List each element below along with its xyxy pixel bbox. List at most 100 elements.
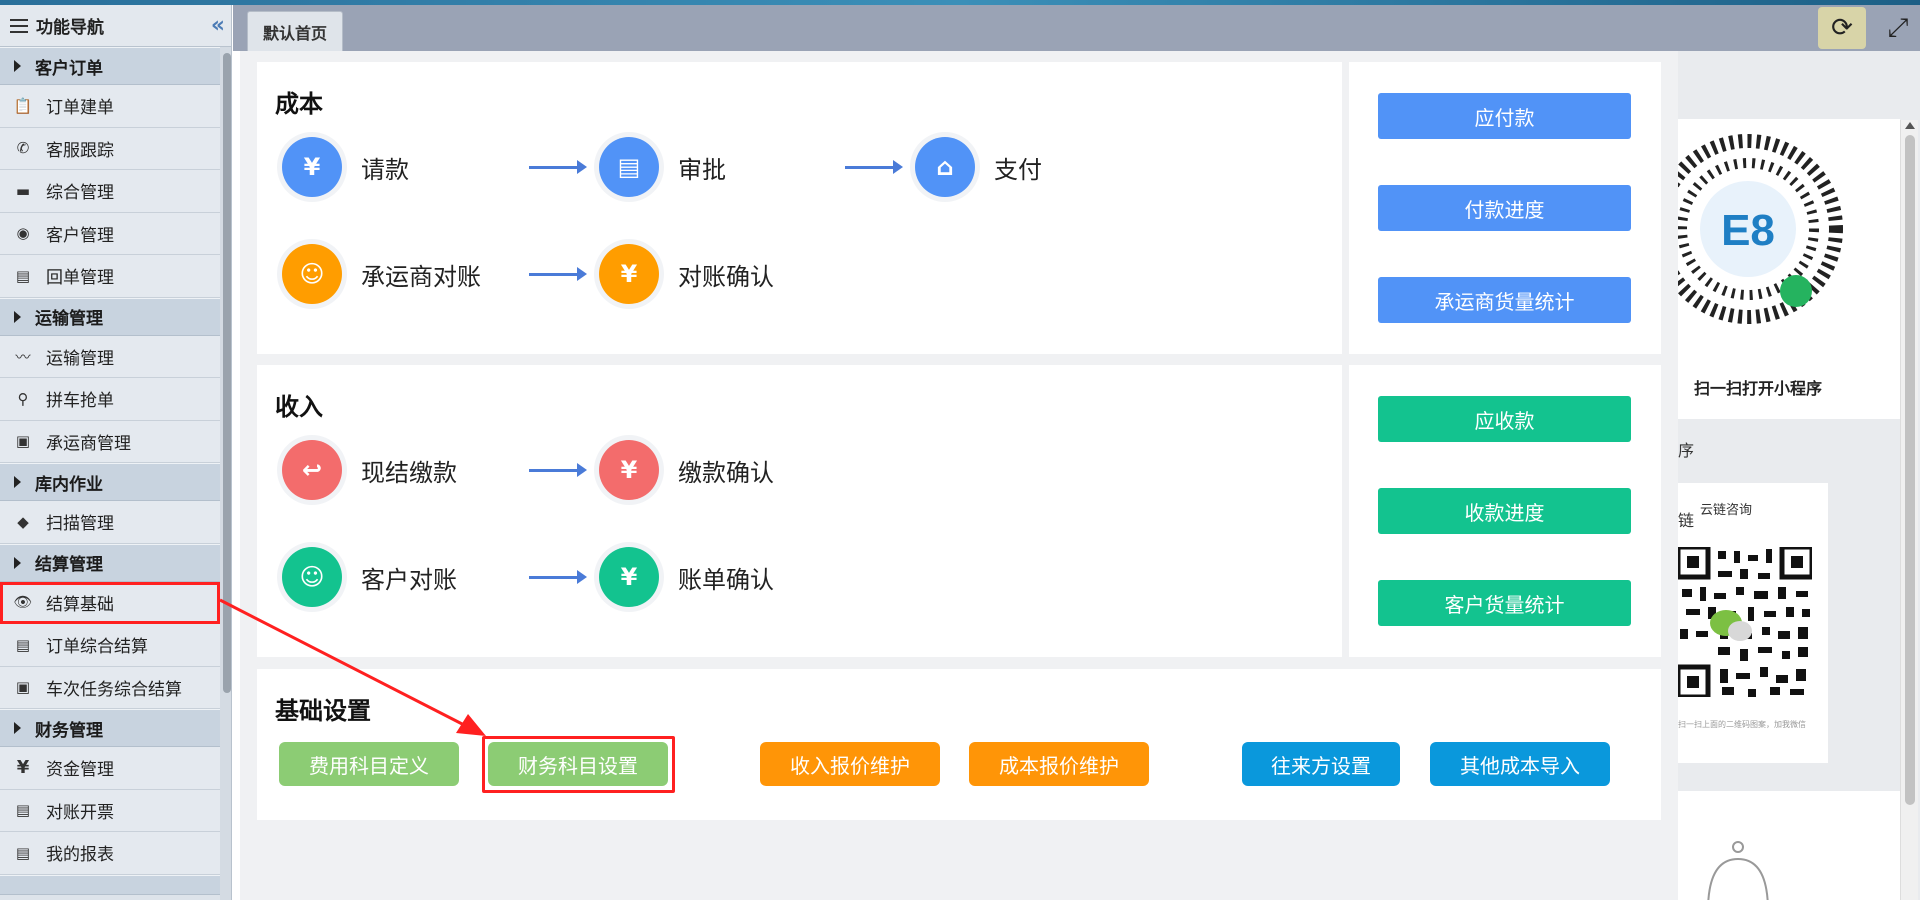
flow-node-pay[interactable]: ⌂ 支付 xyxy=(910,132,1042,202)
income-title: 收入 xyxy=(275,393,323,421)
route-icon: 〰 xyxy=(15,347,31,366)
download-yen-icon: ¥ xyxy=(599,440,659,500)
sidebar-item-order-settlement[interactable]: ▤ 订单综合结算 xyxy=(0,624,220,667)
main-content: 成本 ¥ 请款 ▤ 审批 ⌂ 支付 ☺ 承运商对账 ¥ 对账确认 应付款 付款进… xyxy=(240,51,1678,900)
income-actions-panel: 应收款 收款进度 客户货量统计 xyxy=(1349,365,1661,657)
hand-yen-icon: ¥ xyxy=(282,137,342,197)
cost-title: 成本 xyxy=(275,90,323,118)
sidebar-item-settlement-basic[interactable]: 👁 结算基础 xyxy=(0,581,220,624)
item-label: 车次任务综合结算 xyxy=(46,679,182,700)
sidebar-item-customer-mgmt[interactable]: ◉ 客户管理 xyxy=(0,212,220,255)
stamp-icon: ▤ xyxy=(599,137,659,197)
clipboard-icon: 📋 xyxy=(13,96,33,115)
counterparty-settings-button[interactable]: 往来方设置 xyxy=(1242,742,1400,786)
flow-node-bill-confirm[interactable]: ¥ 账单确认 xyxy=(594,542,774,612)
flow-arrow xyxy=(529,570,587,584)
sidebar-item-carpool[interactable]: ⚲ 拼车抢单 xyxy=(0,378,220,421)
document-icon: ▤ xyxy=(15,843,31,862)
tab-bar: 默认首页 ⟳ ⤢ xyxy=(233,5,1920,51)
node-label: 现结缴款 xyxy=(361,458,457,487)
flow-node-approval[interactable]: ▤ 审批 xyxy=(594,132,726,202)
node-label: 请款 xyxy=(361,155,409,184)
box-icon: ◆ xyxy=(17,512,29,531)
sidebar-group-warehouse[interactable]: 库内作业 xyxy=(0,463,220,501)
income-quote-maintain-button[interactable]: 收入报价维护 xyxy=(760,742,940,786)
collection-progress-button[interactable]: 收款进度 xyxy=(1378,488,1631,534)
yen-icon: ¥ xyxy=(16,757,30,779)
scrollbar-thumb[interactable] xyxy=(1905,135,1915,805)
sidebar-item-invoicing[interactable]: ▤ 对账开票 xyxy=(0,789,220,832)
sidebar-group-transport[interactable]: 运输管理 xyxy=(0,297,220,336)
customer-volume-stats-button[interactable]: 客户货量统计 xyxy=(1378,580,1631,626)
eye-icon: 👁 xyxy=(13,593,33,612)
scroll-up-icon[interactable] xyxy=(1905,122,1915,129)
flow-node-customer-reconcile[interactable]: ☺ 客户对账 xyxy=(277,542,457,612)
sidebar-group-partial[interactable] xyxy=(0,874,220,895)
income-flow-panel: 收入 ↩ 现结缴款 ¥ 缴款确认 ☺ 客户对账 ¥ 账单确认 xyxy=(257,365,1342,657)
sidebar-item-carrier-mgmt[interactable]: ▣ 承运商管理 xyxy=(0,420,220,463)
item-label: 综合管理 xyxy=(46,183,114,204)
receivable-button[interactable]: 应收款 xyxy=(1378,396,1631,442)
right-info-panel: E8 扫一扫打开小程序 序 链 云链咨询 扫一扫上面的二维码图案，加我微信 xyxy=(1678,51,1920,900)
caret-right-icon xyxy=(14,60,21,72)
caret-right-icon xyxy=(14,722,21,734)
sidebar-group-customer-orders[interactable]: 客户订单 xyxy=(0,47,220,85)
bill-yen-icon: ¥ xyxy=(599,547,659,607)
mini-logo: E8 xyxy=(1721,206,1775,255)
flow-node-request-payment[interactable]: ¥ 请款 xyxy=(277,132,409,202)
sidebar-group-finance[interactable]: 财务管理 xyxy=(0,709,220,747)
group-label: 运输管理 xyxy=(35,309,103,329)
flow-arrow xyxy=(529,160,587,174)
flow-node-payment-confirm[interactable]: ¥ 缴款确认 xyxy=(594,435,774,505)
scrollbar-thumb[interactable] xyxy=(223,53,231,693)
node-label: 审批 xyxy=(678,155,726,184)
right-scrollbar[interactable] xyxy=(1900,120,1918,900)
node-label: 对账确认 xyxy=(678,262,774,291)
sidebar-item-transport-mgmt[interactable]: 〰运输管理 xyxy=(0,335,220,378)
payment-progress-button[interactable]: 付款进度 xyxy=(1378,185,1631,231)
caret-right-icon xyxy=(14,476,21,488)
wechat-name: 云链咨询 xyxy=(1700,503,1753,518)
carrier-volume-stats-button[interactable]: 承运商货量统计 xyxy=(1378,277,1631,323)
other-cost-import-button[interactable]: 其他成本导入 xyxy=(1430,742,1610,786)
section-mark: 序 xyxy=(1678,441,1695,460)
list-icon xyxy=(10,18,28,33)
flow-node-cash-payment[interactable]: ↩ 现结缴款 xyxy=(277,435,457,505)
bus-icon: ▣ xyxy=(15,432,31,451)
flow-node-carrier-reconcile[interactable]: ☺ 承运商对账 xyxy=(277,239,481,309)
refresh-button[interactable]: ⟳ xyxy=(1818,7,1866,49)
sidebar-item-trip-settlement[interactable]: ▣ 车次任务综合结算 xyxy=(0,666,220,709)
item-label: 拼车抢单 xyxy=(46,391,114,412)
sidebar-scrollbar[interactable] xyxy=(220,47,231,900)
sidebar-menu: 客户订单 📋 订单建单 ✆ 客服跟踪 ▬ 综合管理 ◉ 客户管理 ▤ 回单管理 运输管理 … xyxy=(0,47,220,895)
tab-home[interactable]: 默认首页 xyxy=(247,11,343,51)
fullscreen-button[interactable]: ⤢ xyxy=(1881,9,1915,47)
sidebar-item-order-create[interactable]: 📋 订单建单 xyxy=(0,85,220,128)
sidebar-item-general-mgmt[interactable]: ▬ 综合管理 xyxy=(0,170,220,213)
node-label: 支付 xyxy=(994,155,1042,184)
sidebar-group-settlement[interactable]: 结算管理 xyxy=(0,543,220,582)
item-label: 运输管理 xyxy=(46,348,114,369)
payable-button[interactable]: 应付款 xyxy=(1378,93,1631,139)
wechat-qr-code xyxy=(1678,547,1812,697)
item-label: 扫描管理 xyxy=(46,514,114,535)
map-pin-icon: ⚲ xyxy=(17,389,29,408)
sidebar-item-receipt-mgmt[interactable]: ▤ 回单管理 xyxy=(0,255,220,298)
cost-flow-panel: 成本 ¥ 请款 ▤ 审批 ⌂ 支付 ☺ 承运商对账 ¥ 对账确认 xyxy=(257,62,1342,354)
item-label: 对账开票 xyxy=(46,802,114,823)
item-label: 资金管理 xyxy=(46,760,114,781)
item-label: 订单综合结算 xyxy=(46,637,148,658)
sidebar-item-service-tracking[interactable]: ✆ 客服跟踪 xyxy=(0,127,220,170)
sidebar-item-my-reports[interactable]: ▤ 我的报表 xyxy=(0,832,220,875)
cost-quote-maintain-button[interactable]: 成本报价维护 xyxy=(969,742,1149,786)
group-label: 库内作业 xyxy=(35,474,103,495)
miniprogram-qr-code: E8 xyxy=(1678,134,1843,324)
fee-subject-define-button[interactable]: 费用科目定义 xyxy=(279,742,459,786)
double-chevron-left-icon[interactable]: ‹‹ xyxy=(211,13,225,38)
sidebar-item-fund-mgmt[interactable]: ¥ 资金管理 xyxy=(0,747,220,790)
item-label: 客服跟踪 xyxy=(46,140,114,161)
sidebar-item-scan-mgmt[interactable]: ◆ 扫描管理 xyxy=(0,501,220,544)
group-label: 结算管理 xyxy=(35,555,103,575)
sidebar-title: 功能导航 xyxy=(36,18,104,38)
flow-node-reconcile-confirm[interactable]: ¥ 对账确认 xyxy=(594,239,774,309)
